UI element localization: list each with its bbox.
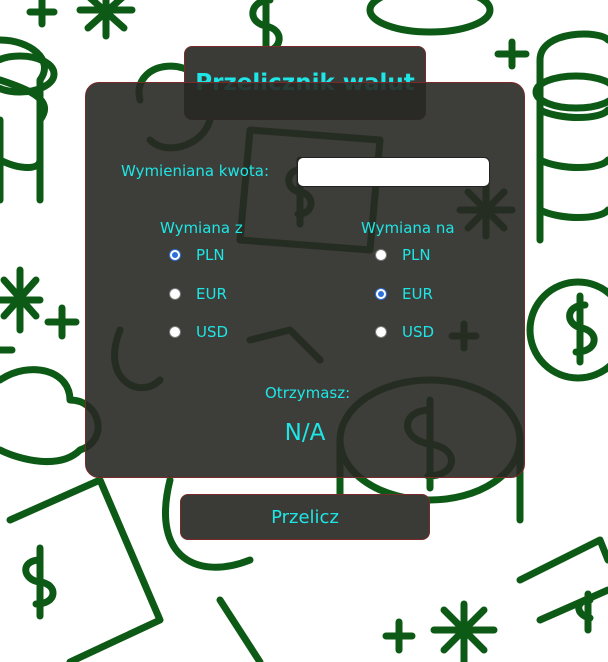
to-radio-pln[interactable] <box>375 249 387 261</box>
converter-panel <box>85 82 525 478</box>
from-option-label: EUR <box>196 285 227 303</box>
to-option-usd[interactable]: USD <box>375 322 434 342</box>
from-radio-pln[interactable] <box>169 249 181 261</box>
amount-input[interactable] <box>297 157 490 187</box>
from-option-label: PLN <box>196 246 225 264</box>
convert-button[interactable]: Przelicz <box>180 494 430 540</box>
to-radio-usd[interactable] <box>375 326 387 338</box>
from-radio-usd[interactable] <box>169 326 181 338</box>
to-radio-eur[interactable] <box>375 288 387 300</box>
result-value: N/A <box>284 420 326 446</box>
result-label: Otrzymasz: <box>265 384 351 402</box>
to-option-pln[interactable]: PLN <box>375 245 431 265</box>
to-option-label: PLN <box>402 246 431 264</box>
to-option-label: USD <box>402 323 435 341</box>
to-option-label: EUR <box>402 285 433 303</box>
from-label: Wymiana z <box>160 219 243 237</box>
from-option-pln[interactable]: PLN <box>169 245 225 265</box>
from-option-usd[interactable]: USD <box>169 322 228 342</box>
from-radio-eur[interactable] <box>169 288 181 300</box>
from-option-eur[interactable]: EUR <box>169 284 227 304</box>
to-label: Wymiana na <box>361 219 455 237</box>
from-option-label: USD <box>196 323 229 341</box>
to-option-eur[interactable]: EUR <box>375 284 433 304</box>
amount-label: Wymieniana kwota: <box>121 162 270 180</box>
